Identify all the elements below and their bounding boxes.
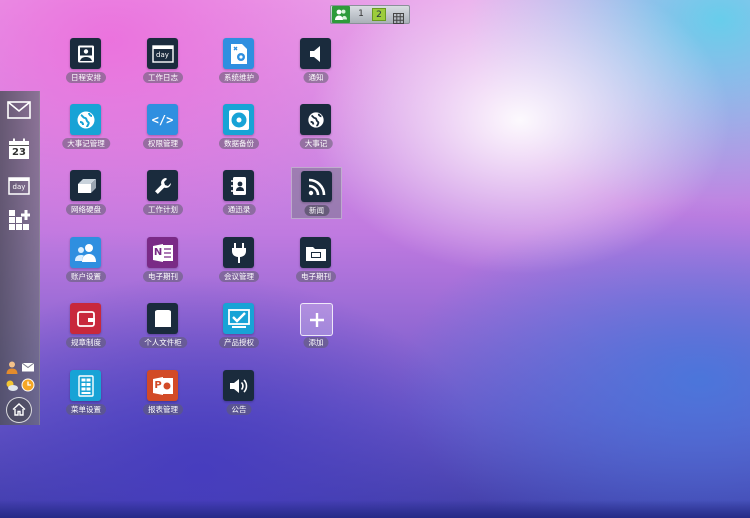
app-notification[interactable]: 通知 — [284, 38, 348, 96]
app-regulations[interactable]: 规章制度 — [54, 303, 118, 361]
app-work-log[interactable]: day 工作日志 — [131, 38, 195, 96]
menu-grid-icon — [70, 370, 101, 401]
home-icon — [12, 401, 26, 420]
home-button[interactable] — [6, 397, 32, 423]
calendar-day: 23 — [12, 147, 26, 158]
sidebar-item-apps[interactable] — [5, 209, 33, 235]
app-e-journal[interactable]: N 电子期刊 — [131, 237, 195, 295]
code-icon: </> — [147, 104, 178, 135]
onenote-letter: N — [153, 246, 163, 258]
app-permissions[interactable]: </> 权限管理 — [131, 104, 195, 162]
app-label: 新闻 — [304, 205, 329, 216]
app-label: 网络硬盘 — [66, 204, 106, 215]
weather-icon[interactable] — [5, 377, 19, 391]
system-maintenance-icon — [223, 38, 254, 69]
users-icon — [70, 237, 101, 268]
app-label: 账户设置 — [66, 271, 106, 282]
app-label: 电子期刊 — [143, 271, 183, 282]
calendar-icon: 23 — [8, 138, 30, 160]
app-account-settings[interactable]: 账户设置 — [54, 237, 118, 295]
app-report-management[interactable]: P 报表管理 — [131, 370, 195, 428]
app-meeting-management[interactable]: 会议管理 — [207, 237, 271, 295]
code-icon-text: </> — [151, 112, 174, 127]
user-avatar-icon[interactable] — [5, 359, 19, 374]
app-label: 菜单设置 — [66, 404, 106, 415]
powerpoint-icon: P — [147, 370, 178, 401]
app-personal-file-cabinet[interactable]: 个人文件柜 — [131, 303, 195, 361]
app-label: 权限管理 — [143, 138, 183, 149]
globe-icon — [300, 104, 331, 135]
app-label: 通迅录 — [222, 204, 256, 215]
speaker-icon — [300, 38, 331, 69]
app-schedule[interactable]: 日程安排 — [54, 38, 118, 96]
app-label: 公告 — [226, 404, 252, 415]
app-add[interactable]: 添加 — [284, 303, 348, 361]
globe-icon — [70, 104, 101, 135]
app-news[interactable]: 新闻 — [291, 167, 342, 219]
app-label: 产品授权 — [219, 337, 259, 348]
page-2-button[interactable]: 2 — [372, 8, 386, 21]
sidebar-item-mail[interactable] — [5, 99, 33, 125]
disc-icon — [223, 104, 254, 135]
app-label: 工作计划 — [143, 204, 183, 215]
file-cabinet-icon — [147, 303, 178, 334]
wallet-icon — [70, 303, 101, 334]
app-label: 日程安排 — [66, 72, 106, 83]
app-announcement[interactable]: 公告 — [207, 370, 271, 428]
message-icon[interactable] — [21, 359, 35, 373]
app-product-license[interactable]: 产品授权 — [207, 303, 271, 361]
users-icon[interactable] — [332, 6, 350, 23]
desktop-pager: 1 2 — [330, 5, 410, 24]
onenote-icon: N — [147, 237, 178, 268]
app-label: 大事记管理 — [62, 138, 110, 149]
powerpoint-letter: P — [154, 379, 162, 391]
app-label: 会议管理 — [219, 271, 259, 282]
app-address-book[interactable]: 通迅录 — [207, 170, 271, 228]
app-label: 规章制度 — [66, 337, 106, 348]
app-label: 通知 — [303, 72, 329, 83]
schedule-icon — [70, 38, 101, 69]
address-book-icon — [223, 170, 254, 201]
app-data-backup[interactable]: 数据备份 — [207, 104, 271, 162]
app-milestones[interactable]: 大事记 — [284, 104, 348, 162]
app-label: 工作日志 — [143, 72, 183, 83]
app-e-journal-2[interactable]: 电子期刊 — [284, 237, 348, 295]
app-menu-settings[interactable]: 菜单设置 — [54, 370, 118, 428]
app-milestones-admin[interactable]: 大事记管理 — [54, 104, 118, 162]
sidebar: 23 day — [0, 91, 40, 425]
monitor-check-icon — [223, 303, 254, 334]
taskbar-glow — [0, 500, 750, 518]
page-1-button[interactable]: 1 — [354, 8, 368, 21]
day-icon: day — [8, 177, 30, 195]
plus-icon — [300, 303, 333, 336]
app-system-maintenance[interactable]: 系统维护 — [207, 38, 271, 96]
day-icon-text: day — [156, 50, 169, 59]
app-label: 数据备份 — [219, 138, 259, 149]
mail-icon — [7, 101, 31, 123]
app-label: 添加 — [303, 337, 329, 348]
app-label: 系统维护 — [219, 72, 259, 83]
plug-icon — [223, 237, 254, 268]
apps-grid-icon — [8, 209, 31, 235]
grid-view-icon[interactable] — [393, 9, 404, 24]
app-label: 报表管理 — [143, 404, 183, 415]
hard-drive-icon — [70, 170, 101, 201]
app-label: 大事记 — [299, 138, 333, 149]
volume-icon — [223, 370, 254, 401]
wrench-icon — [147, 170, 178, 201]
app-work-plan[interactable]: 工作计划 — [131, 170, 195, 228]
day-icon: day — [147, 38, 178, 69]
app-network-disk[interactable]: 网络硬盘 — [54, 170, 118, 228]
sidebar-item-calendar[interactable]: 23 — [5, 136, 33, 162]
clock-icon[interactable] — [21, 377, 35, 392]
day-icon-text: day — [12, 183, 26, 191]
sidebar-item-day-log[interactable]: day — [5, 173, 33, 199]
app-label: 个人文件柜 — [139, 337, 187, 348]
app-label: 电子期刊 — [296, 271, 336, 282]
rss-icon — [301, 171, 332, 202]
folder-icon — [300, 237, 331, 268]
